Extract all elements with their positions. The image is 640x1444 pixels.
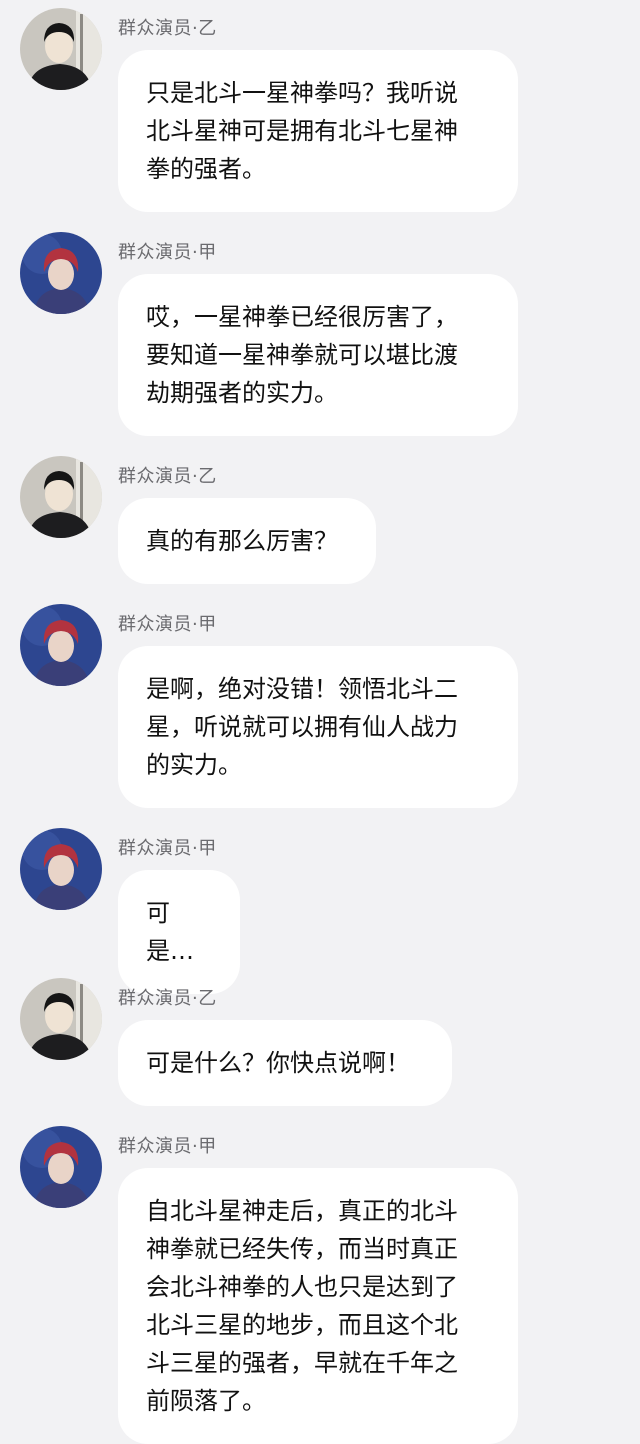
avatar[interactable] — [20, 456, 102, 538]
avatar[interactable] — [20, 8, 102, 90]
sender-name: 群众演员·甲 — [118, 838, 217, 859]
sender-name: 群众演员·乙 — [118, 988, 217, 1009]
red-haired-boy-avatar-icon — [20, 232, 102, 314]
avatar[interactable] — [20, 604, 102, 686]
message-bubble[interactable]: 可是什么？你快点说啊！ — [118, 1020, 452, 1106]
message-bubble[interactable]: 可是… — [118, 870, 240, 994]
red-haired-boy-avatar-icon — [20, 1126, 102, 1208]
message-bubble[interactable]: 只是北斗一星神拳吗？我听说 北斗星神可是拥有北斗七星神 拳的强者。 — [118, 50, 518, 212]
message-bubble[interactable]: 是啊，绝对没错！领悟北斗二 星，听说就可以拥有仙人战力 的实力。 — [118, 646, 518, 808]
avatar[interactable] — [20, 828, 102, 910]
red-haired-boy-avatar-icon — [20, 828, 102, 910]
message-bubble[interactable]: 哎，一星神拳已经很厉害了， 要知道一星神拳就可以堪比渡 劫期强者的实力。 — [118, 274, 518, 436]
red-haired-boy-avatar-icon — [20, 604, 102, 686]
sender-name: 群众演员·甲 — [118, 1136, 217, 1157]
avatar[interactable] — [20, 1126, 102, 1208]
sender-name: 群众演员·乙 — [118, 18, 217, 39]
dark-haired-student-avatar-icon — [20, 456, 102, 538]
sender-name: 群众演员·乙 — [118, 466, 217, 487]
avatar[interactable] — [20, 978, 102, 1060]
dark-haired-student-avatar-icon — [20, 8, 102, 90]
sender-name: 群众演员·甲 — [118, 242, 217, 263]
chat-thread: 群众演员·乙 只是北斗一星神拳吗？我听说 北斗星神可是拥有北斗七星神 拳的强者。… — [0, 0, 640, 1444]
dark-haired-student-avatar-icon — [20, 978, 102, 1060]
sender-name: 群众演员·甲 — [118, 614, 217, 635]
avatar[interactable] — [20, 232, 102, 314]
message-bubble[interactable]: 真的有那么厉害？ — [118, 498, 376, 584]
message-bubble[interactable]: 自北斗星神走后，真正的北斗 神拳就已经失传，而当时真正 会北斗神拳的人也只是达到… — [118, 1168, 518, 1444]
